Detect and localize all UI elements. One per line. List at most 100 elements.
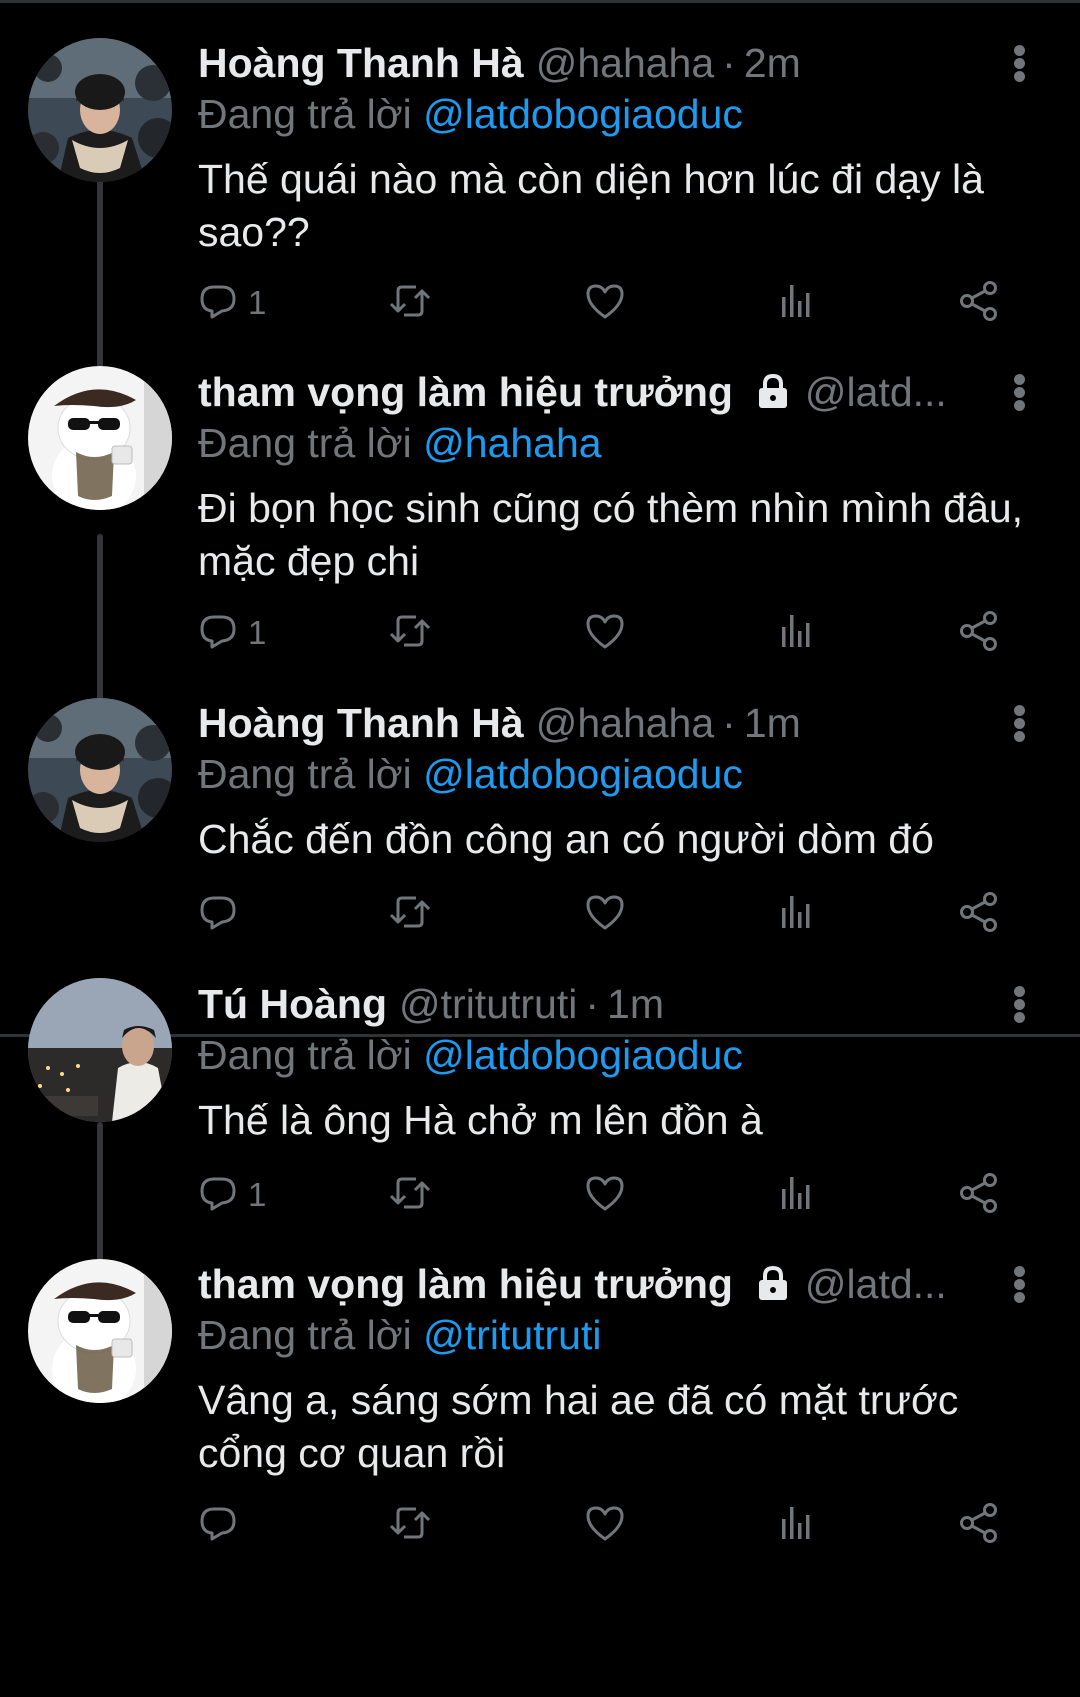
share-button[interactable] (958, 605, 1000, 661)
action-bar: 1 (198, 1167, 1018, 1223)
retweet-button[interactable] (388, 605, 432, 661)
lock-icon (753, 1264, 793, 1304)
author-name[interactable]: tham vọng làm hiệu trưởng (198, 367, 733, 417)
tweet-text: Thế là ông Hà chở m lên đồn à (198, 1097, 763, 1143)
views-icon (776, 611, 816, 656)
reply-count: 1 (248, 614, 267, 651)
reply-button[interactable] (198, 886, 238, 942)
author-name[interactable]: Tú Hoàng (198, 979, 387, 1029)
mention-link[interactable]: @latdobogiaoduc (423, 1032, 743, 1078)
retweet-icon (388, 611, 432, 656)
views-icon (776, 281, 816, 326)
replying-to: Đang trả lời @latdobogiaoduc (198, 1029, 743, 1081)
views-icon (776, 1173, 816, 1218)
like-button[interactable] (584, 886, 626, 942)
avatar[interactable] (28, 1259, 172, 1403)
reply-button[interactable] (198, 1497, 238, 1553)
mention-link[interactable]: @latdobogiaoduc (423, 751, 743, 797)
like-button[interactable] (584, 1167, 626, 1223)
avatar-boy-beanie-icon (28, 698, 172, 842)
author-handle[interactable]: @hahaha (536, 38, 714, 88)
tweet-header: Hoàng Thanh Hà @hahaha · 2m (198, 38, 978, 88)
replying-label: Đang trả lời (198, 91, 412, 137)
author-name[interactable]: tham vọng làm hiệu trưởng (198, 1259, 733, 1309)
share-icon (958, 1172, 1000, 1219)
avatar[interactable] (28, 38, 172, 182)
share-icon (958, 280, 1000, 327)
views-button[interactable] (776, 605, 816, 661)
like-icon (584, 1503, 626, 1548)
lock-icon (753, 372, 793, 412)
like-button[interactable] (584, 605, 626, 661)
retweet-icon (388, 892, 432, 937)
reply-count: 1 (248, 1176, 267, 1213)
avatar-boy-beanie-icon (28, 38, 172, 182)
tweet-text: Đi bọn học sinh cũng có thèm nhìn mình đ… (198, 485, 1024, 584)
retweet-button[interactable] (388, 1167, 432, 1223)
separator-dot: · (722, 40, 736, 86)
avatar-cat-sunglasses-icon (28, 366, 172, 510)
mention-link[interactable]: @hahaha (423, 420, 601, 466)
author-handle[interactable]: @latd... (805, 367, 947, 417)
share-icon (958, 891, 1000, 938)
tweet-text: Vâng a, sáng sớm hai ae đã có mặt trước … (198, 1377, 959, 1476)
more-options-icon[interactable] (1004, 1259, 1036, 1309)
reply-button[interactable]: 1 (198, 1167, 266, 1223)
share-button[interactable] (958, 1167, 1000, 1223)
retweet-icon (388, 281, 432, 326)
more-options-icon[interactable] (1004, 367, 1036, 417)
share-button[interactable] (958, 275, 1000, 331)
author-name[interactable]: Hoàng Thanh Hà (198, 698, 524, 748)
replying-label: Đang trả lời (198, 751, 412, 797)
replying-to: Đang trả lời @latdobogiaoduc (198, 88, 743, 140)
timestamp[interactable]: 2m (744, 38, 801, 88)
share-button[interactable] (958, 1497, 1000, 1553)
share-button[interactable] (958, 886, 1000, 942)
mention-link[interactable]: @tritutruti (423, 1312, 601, 1358)
views-icon (776, 892, 816, 937)
author-handle[interactable]: @tritutruti (399, 979, 577, 1029)
timestamp[interactable]: 1m (744, 698, 801, 748)
action-bar (198, 886, 1018, 942)
replying-label: Đang trả lời (198, 420, 412, 466)
views-button[interactable] (776, 886, 816, 942)
thread-line (97, 176, 103, 372)
more-options-icon[interactable] (1004, 979, 1036, 1029)
tweet-header: tham vọng làm hiệu trưởng @latd... (198, 1259, 978, 1309)
avatar[interactable] (28, 366, 172, 510)
action-bar (198, 1497, 1018, 1553)
reply-count: 1 (248, 284, 267, 321)
author-handle[interactable]: @latd... (805, 1259, 947, 1309)
reply-icon (198, 892, 238, 937)
reply-icon (198, 1173, 238, 1218)
retweet-icon (388, 1503, 432, 1548)
avatar[interactable] (28, 698, 172, 842)
avatar[interactable] (28, 978, 172, 1122)
tweet-text: Thế quái nào mà còn diện hơn lúc đi dạy … (198, 156, 984, 255)
tweet-header: tham vọng làm hiệu trưởng @latd... (198, 367, 978, 417)
views-button[interactable] (776, 1497, 816, 1553)
retweet-icon (388, 1173, 432, 1218)
replying-to: Đang trả lời @latdobogiaoduc (198, 748, 743, 800)
mention-link[interactable]: @latdobogiaoduc (423, 91, 743, 137)
retweet-button[interactable] (388, 1497, 432, 1553)
more-options-icon[interactable] (1004, 38, 1036, 88)
more-options-icon[interactable] (1004, 698, 1036, 748)
timestamp[interactable]: 1m (607, 979, 664, 1029)
separator-dot: · (722, 700, 736, 746)
reply-button[interactable]: 1 (198, 275, 266, 331)
views-button[interactable] (776, 1167, 816, 1223)
like-button[interactable] (584, 1497, 626, 1553)
reply-icon (198, 281, 238, 326)
reply-icon (198, 1503, 238, 1548)
author-name[interactable]: Hoàng Thanh Hà (198, 38, 524, 88)
like-button[interactable] (584, 275, 626, 331)
like-icon (584, 892, 626, 937)
views-icon (776, 1503, 816, 1548)
reply-button[interactable]: 1 (198, 605, 266, 661)
retweet-button[interactable] (388, 275, 432, 331)
views-button[interactable] (776, 275, 816, 331)
replying-to: Đang trả lời @hahaha (198, 417, 602, 469)
retweet-button[interactable] (388, 886, 432, 942)
author-handle[interactable]: @hahaha (536, 698, 714, 748)
